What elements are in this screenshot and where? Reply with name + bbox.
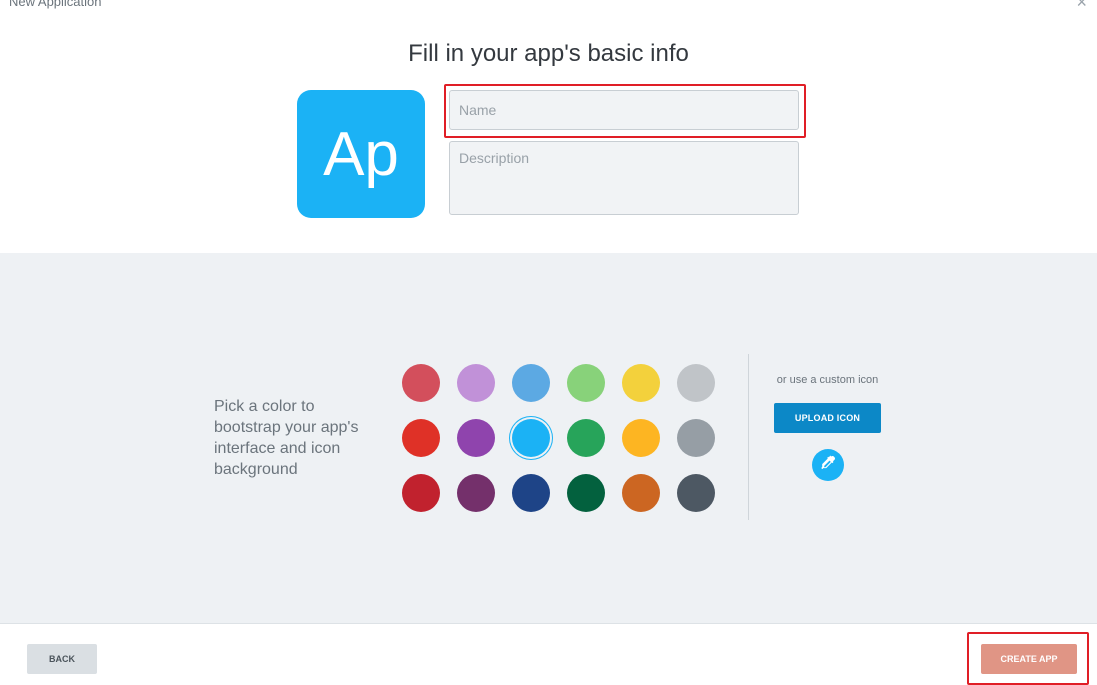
color-prompt-text: Pick a color to bootstrap your app's int… [214, 398, 359, 478]
color-swatch[interactable] [622, 419, 660, 457]
page-title: Fill in your app's basic info [408, 40, 689, 67]
name-input[interactable] [449, 90, 799, 130]
color-picker-button[interactable] [812, 449, 844, 481]
color-swatch[interactable] [402, 364, 440, 402]
color-swatch-grid [402, 364, 716, 512]
create-app-button[interactable]: CREATE APP [981, 644, 1077, 674]
color-swatch[interactable] [622, 474, 660, 512]
color-swatch[interactable] [622, 364, 660, 402]
color-swatch[interactable] [567, 474, 605, 512]
app-icon-preview: Ap [297, 90, 425, 218]
color-swatch[interactable] [512, 474, 550, 512]
description-input[interactable] [449, 141, 799, 215]
custom-icon-label: or use a custom icon [776, 374, 879, 386]
eyedropper-icon [820, 455, 836, 476]
color-swatch[interactable] [457, 364, 495, 402]
app-icon-text: Ap [323, 119, 399, 189]
color-swatch[interactable] [512, 364, 550, 402]
color-swatch[interactable] [402, 419, 440, 457]
color-swatch[interactable] [677, 474, 715, 512]
color-swatch[interactable] [402, 474, 440, 512]
color-swatch[interactable] [677, 364, 715, 402]
back-button[interactable]: BACK [27, 644, 97, 674]
section-divider [748, 354, 749, 520]
upload-icon-button[interactable]: UPLOAD ICON [774, 403, 881, 433]
close-icon[interactable]: × [1076, 0, 1087, 13]
color-swatch[interactable] [457, 419, 495, 457]
dialog-title: New Application [9, 0, 102, 9]
color-swatch[interactable] [677, 419, 715, 457]
color-swatch[interactable] [457, 474, 495, 512]
color-swatch[interactable] [567, 419, 605, 457]
color-swatch[interactable] [567, 364, 605, 402]
color-swatch[interactable] [512, 419, 550, 457]
